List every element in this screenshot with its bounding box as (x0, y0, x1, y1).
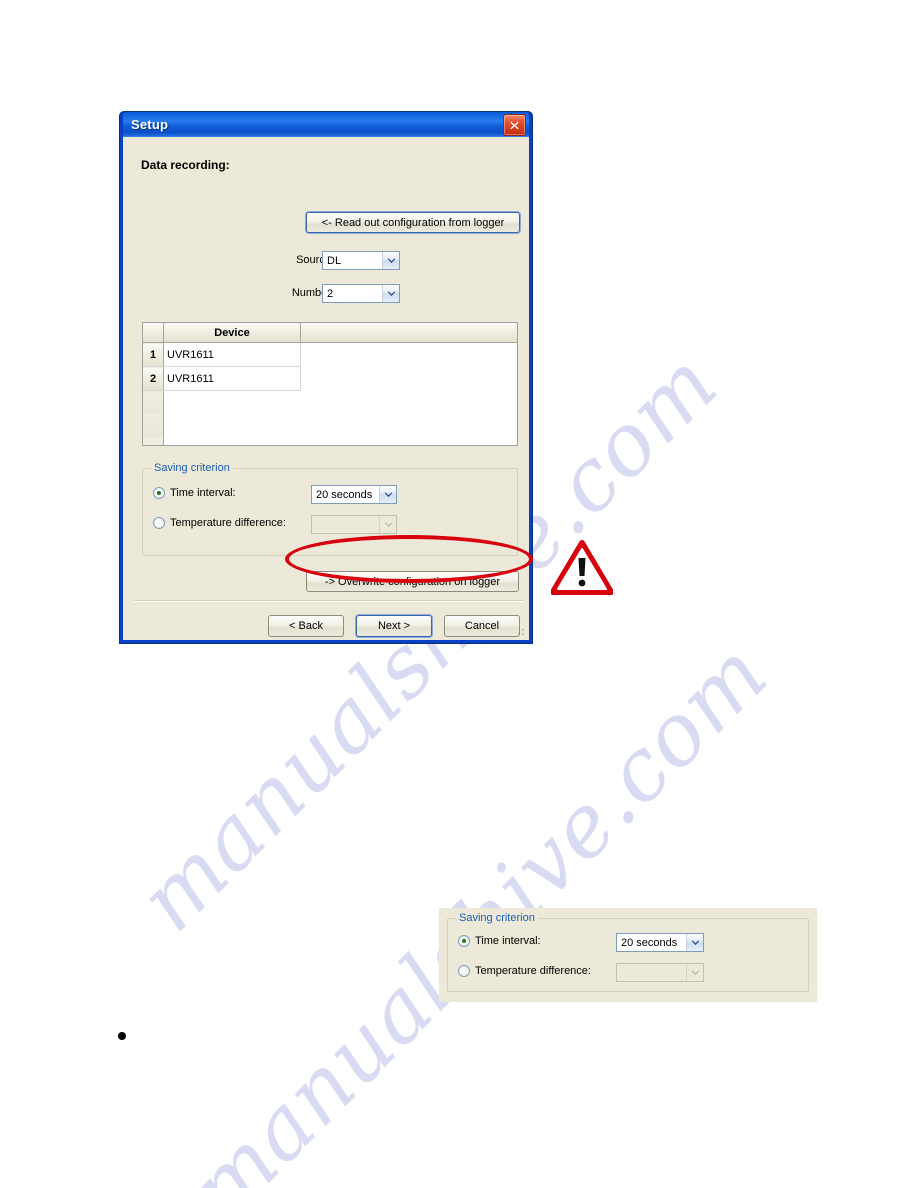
row-filler (300, 342, 517, 367)
saving-criterion-group: Saving criterion Time interval: 20 secon… (142, 462, 518, 556)
row-filler (300, 414, 517, 437)
device-table-container[interactable]: Device 1 UVR1611 2 UVR1611 (142, 322, 518, 446)
row-index-empty (143, 437, 164, 445)
temperature-difference-select (616, 963, 704, 982)
chevron-down-icon[interactable] (382, 252, 399, 269)
page-title: Data recording: (141, 158, 230, 172)
table-row-empty (143, 437, 517, 445)
saving-criterion-legend: Saving criterion (456, 912, 538, 924)
time-interval-select[interactable]: 20 seconds (311, 485, 397, 504)
source-select[interactable]: DL (322, 251, 400, 270)
back-button[interactable]: < Back (268, 615, 344, 637)
row-device[interactable]: UVR1611 (163, 342, 301, 367)
row-device-empty (163, 414, 301, 437)
time-interval-select[interactable]: 20 seconds (616, 933, 704, 952)
radio-temperature-difference[interactable] (458, 965, 470, 977)
row-device[interactable]: UVR1611 (163, 366, 301, 391)
time-interval-value: 20 seconds (621, 936, 678, 949)
time-interval-row[interactable]: Time interval: (458, 935, 541, 947)
watermark-text: manualshive.com (170, 623, 788, 1188)
setup-dialog-window: Setup Data recording: <- Read out config… (119, 111, 533, 644)
saving-criterion-detail-panel: Saving criterion Time interval: 20 secon… (439, 908, 817, 1002)
table-header-corner (143, 323, 164, 343)
table-row[interactable]: 2 UVR1611 (143, 366, 517, 391)
time-interval-label: Time interval: (475, 935, 541, 947)
row-filler (300, 366, 517, 391)
row-index: 2 (143, 366, 164, 391)
saving-criterion-group-detail: Saving criterion Time interval: 20 secon… (447, 912, 809, 992)
temperature-difference-label: Temperature difference: (170, 517, 286, 529)
table-header-device: Device (163, 323, 301, 343)
next-button[interactable]: Next > (356, 615, 432, 637)
table-header-row: Device (143, 323, 517, 343)
temperature-difference-row[interactable]: Temperature difference: (153, 517, 286, 529)
row-filler (300, 390, 517, 414)
time-interval-value: 20 seconds (316, 488, 373, 501)
time-interval-row[interactable]: Time interval: (153, 487, 236, 499)
number-select[interactable]: 2 (322, 284, 400, 303)
list-item-bullet (118, 1032, 126, 1040)
chevron-down-icon[interactable] (686, 934, 703, 951)
dialog-body: Data recording: <- Read out configuratio… (123, 137, 529, 640)
table-row-empty (143, 390, 517, 414)
radio-time-interval[interactable] (458, 935, 470, 947)
dialog-title: Setup (131, 117, 169, 132)
radio-time-interval[interactable] (153, 487, 165, 499)
dialog-title-bar[interactable]: Setup (123, 112, 529, 137)
row-device-empty (163, 437, 301, 445)
number-value: 2 (327, 287, 334, 300)
close-icon[interactable] (503, 114, 526, 136)
temperature-difference-row[interactable]: Temperature difference: (458, 965, 591, 977)
chevron-down-icon[interactable] (379, 486, 396, 503)
overwrite-configuration-button[interactable]: -> Overwrite configuration on logger (306, 571, 519, 592)
table-row-empty (143, 414, 517, 437)
warning-triangle-icon (551, 540, 613, 595)
cancel-button[interactable]: Cancel (444, 615, 520, 637)
row-filler (300, 437, 517, 445)
chevron-down-icon[interactable] (382, 285, 399, 302)
read-out-configuration-button[interactable]: <- Read out configuration from logger (306, 212, 520, 233)
row-device-empty (163, 390, 301, 414)
divider (134, 600, 524, 602)
source-value: DL (327, 254, 342, 267)
chevron-down-icon (686, 964, 703, 981)
saving-criterion-legend: Saving criterion (151, 462, 233, 474)
table-header-filler (300, 323, 517, 343)
radio-temperature-difference[interactable] (153, 517, 165, 529)
row-index: 1 (143, 342, 164, 367)
time-interval-label: Time interval: (170, 487, 236, 499)
temperature-difference-label: Temperature difference: (475, 965, 591, 977)
device-table: Device 1 UVR1611 2 UVR1611 (143, 323, 517, 445)
table-row[interactable]: 1 UVR1611 (143, 342, 517, 367)
temperature-difference-select (311, 515, 397, 534)
row-index-empty (143, 390, 164, 414)
chevron-down-icon (379, 516, 396, 533)
row-index-empty (143, 414, 164, 437)
resize-grip[interactable] (514, 625, 526, 637)
